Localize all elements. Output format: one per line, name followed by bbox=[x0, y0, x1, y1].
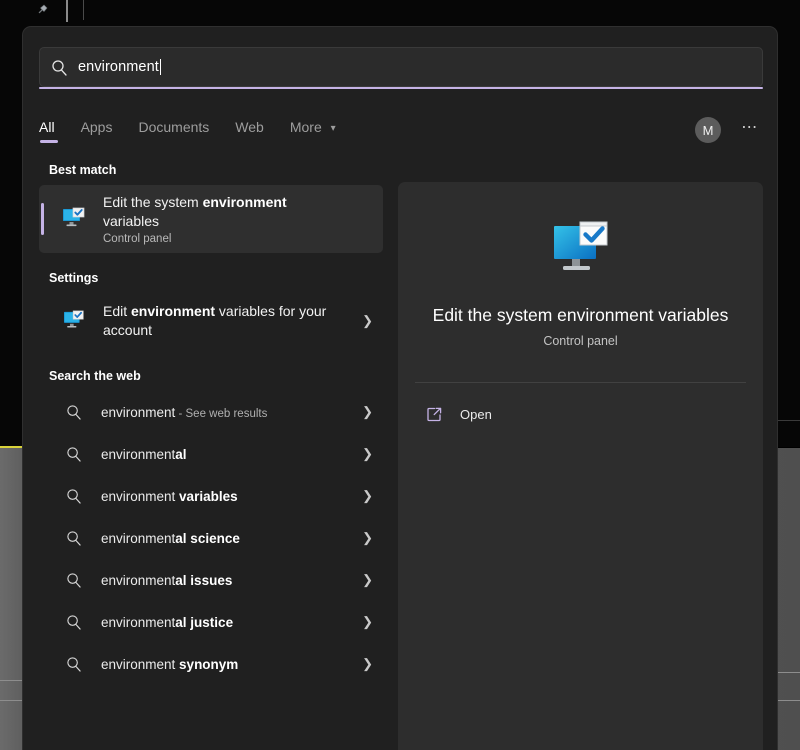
open-button[interactable]: Open bbox=[420, 399, 540, 429]
suggestion-prefix: environment bbox=[101, 530, 176, 546]
title-match-term: environment bbox=[202, 194, 287, 210]
section-header-settings: Settings bbox=[49, 271, 99, 285]
tab-active-indicator bbox=[40, 140, 58, 143]
web-suggestion-item[interactable]: environment variables ❯ bbox=[39, 475, 383, 517]
suggestion-prefix: environment bbox=[101, 404, 176, 420]
tab-label: More bbox=[289, 119, 322, 135]
tab-label: Documents bbox=[138, 119, 210, 135]
web-suggestion-item[interactable]: environmental ❯ bbox=[39, 433, 383, 475]
monitor-checkmark-icon bbox=[547, 220, 615, 282]
preview-pane: Edit the system environment variables Co… bbox=[398, 182, 763, 750]
suggestion-bold: synonym bbox=[179, 656, 239, 672]
search-icon bbox=[59, 614, 89, 630]
suggestion-prefix: environment bbox=[101, 572, 176, 588]
tab-documents[interactable]: Documents bbox=[138, 115, 209, 145]
ellipsis-icon[interactable]: ⋯ bbox=[737, 117, 763, 143]
result-item-title: Edit the system environment variables bbox=[103, 193, 303, 231]
suggestion-bold: al science bbox=[175, 530, 240, 546]
tab-all[interactable]: All bbox=[39, 115, 58, 145]
result-item-title: Edit environment variables for your acco… bbox=[103, 302, 333, 340]
pin-icon[interactable] bbox=[36, 2, 50, 16]
chevron-right-icon[interactable]: ❯ bbox=[362, 404, 373, 420]
search-icon bbox=[59, 488, 89, 504]
search-icon bbox=[59, 656, 89, 672]
open-button-label: Open bbox=[460, 406, 492, 422]
web-suggestion-item[interactable]: environmental science ❯ bbox=[39, 517, 383, 559]
selection-indicator bbox=[41, 203, 44, 235]
title-match-term: environment bbox=[131, 303, 216, 319]
chevron-right-icon[interactable]: ❯ bbox=[362, 656, 373, 672]
web-suggestion-label: environmental justice bbox=[89, 615, 233, 630]
search-filter-tabs: All Apps Documents Web More ▾ M ⋯ bbox=[39, 109, 763, 151]
web-suggestion-label: environmental issues bbox=[89, 573, 232, 588]
search-icon bbox=[59, 530, 89, 546]
tab-apps[interactable]: Apps bbox=[81, 115, 113, 145]
title-suffix: variables bbox=[103, 213, 160, 229]
chevron-right-icon[interactable]: ❯ bbox=[362, 614, 373, 630]
web-suggestion-label: environment - See web results bbox=[89, 405, 267, 420]
result-item-text: Edit the system environment variables Co… bbox=[91, 193, 303, 245]
chevron-right-icon[interactable]: ❯ bbox=[362, 313, 373, 329]
taskbar-divider bbox=[66, 0, 68, 22]
suggestion-bold: al issues bbox=[175, 572, 233, 588]
suggestion-prefix: environment bbox=[101, 614, 176, 630]
tab-more[interactable]: More ▾ bbox=[290, 115, 336, 145]
web-suggestion-label: environmental science bbox=[89, 531, 240, 546]
result-item-best-match[interactable]: Edit the system environment variables Co… bbox=[39, 185, 383, 253]
chevron-right-icon[interactable]: ❯ bbox=[362, 446, 373, 462]
chevron-down-icon: ▾ bbox=[330, 123, 336, 134]
section-header-best-match: Best match bbox=[49, 163, 117, 177]
preview-subtitle: Control panel bbox=[543, 334, 618, 348]
search-icon bbox=[40, 59, 78, 76]
suggestion-prefix: environment bbox=[101, 446, 176, 462]
tab-label: Apps bbox=[80, 119, 113, 135]
search-input-accent-underline bbox=[39, 87, 763, 89]
monitor-checkmark-icon bbox=[59, 310, 91, 332]
search-icon bbox=[59, 572, 89, 588]
web-suggestion-label: environment synonym bbox=[89, 657, 238, 672]
web-suggestion-item[interactable]: environmental issues ❯ bbox=[39, 559, 383, 601]
results-list: Best match Edit the system environment v… bbox=[39, 163, 383, 750]
search-flyout-panel: environment All Apps Documents Web More … bbox=[22, 26, 778, 750]
monitor-checkmark-icon bbox=[59, 207, 91, 231]
avatar-initial: M bbox=[702, 122, 714, 138]
preview-divider bbox=[415, 382, 746, 383]
web-suggestion-item[interactable]: environment synonym ❯ bbox=[39, 643, 383, 685]
text-caret bbox=[159, 59, 161, 75]
title-prefix: Edit bbox=[103, 303, 132, 319]
suggestion-prefix: environment bbox=[101, 656, 180, 672]
result-item-settings[interactable]: Edit environment variables for your acco… bbox=[39, 293, 383, 349]
tab-web[interactable]: Web bbox=[235, 115, 264, 145]
desktop-backdrop: environment All Apps Documents Web More … bbox=[0, 0, 800, 750]
web-suggestion-label: environment variables bbox=[89, 489, 238, 504]
suggestion-suffix: - See web results bbox=[175, 407, 268, 420]
tab-label: Web bbox=[235, 119, 264, 135]
suggestion-bold: variables bbox=[179, 488, 238, 504]
section-header-search-the-web: Search the web bbox=[49, 369, 141, 383]
tab-label: All bbox=[39, 119, 55, 135]
result-item-text: Edit environment variables for your acco… bbox=[91, 302, 333, 340]
search-input-value: environment bbox=[78, 59, 159, 75]
web-suggestion-label: environmental bbox=[89, 447, 187, 462]
search-icon bbox=[59, 404, 89, 420]
suggestion-prefix: environment bbox=[101, 488, 180, 504]
taskbar-divider bbox=[83, 0, 84, 20]
search-icon bbox=[59, 446, 89, 462]
preview-title: Edit the system environment variables bbox=[432, 305, 729, 325]
open-external-icon bbox=[420, 406, 448, 423]
search-input[interactable]: environment bbox=[39, 47, 763, 87]
chevron-right-icon[interactable]: ❯ bbox=[362, 488, 373, 504]
title-prefix: Edit the system bbox=[103, 194, 203, 210]
chevron-right-icon[interactable]: ❯ bbox=[362, 530, 373, 546]
account-toolbar: M ⋯ bbox=[695, 109, 763, 151]
web-suggestion-item[interactable]: environmental justice ❯ bbox=[39, 601, 383, 643]
result-item-subtitle: Control panel bbox=[103, 233, 172, 245]
suggestion-bold: al bbox=[175, 446, 187, 462]
web-suggestion-item[interactable]: environment - See web results ❯ bbox=[39, 391, 383, 433]
avatar[interactable]: M bbox=[695, 117, 721, 143]
suggestion-bold: al justice bbox=[175, 614, 234, 630]
chevron-right-icon[interactable]: ❯ bbox=[362, 572, 373, 588]
